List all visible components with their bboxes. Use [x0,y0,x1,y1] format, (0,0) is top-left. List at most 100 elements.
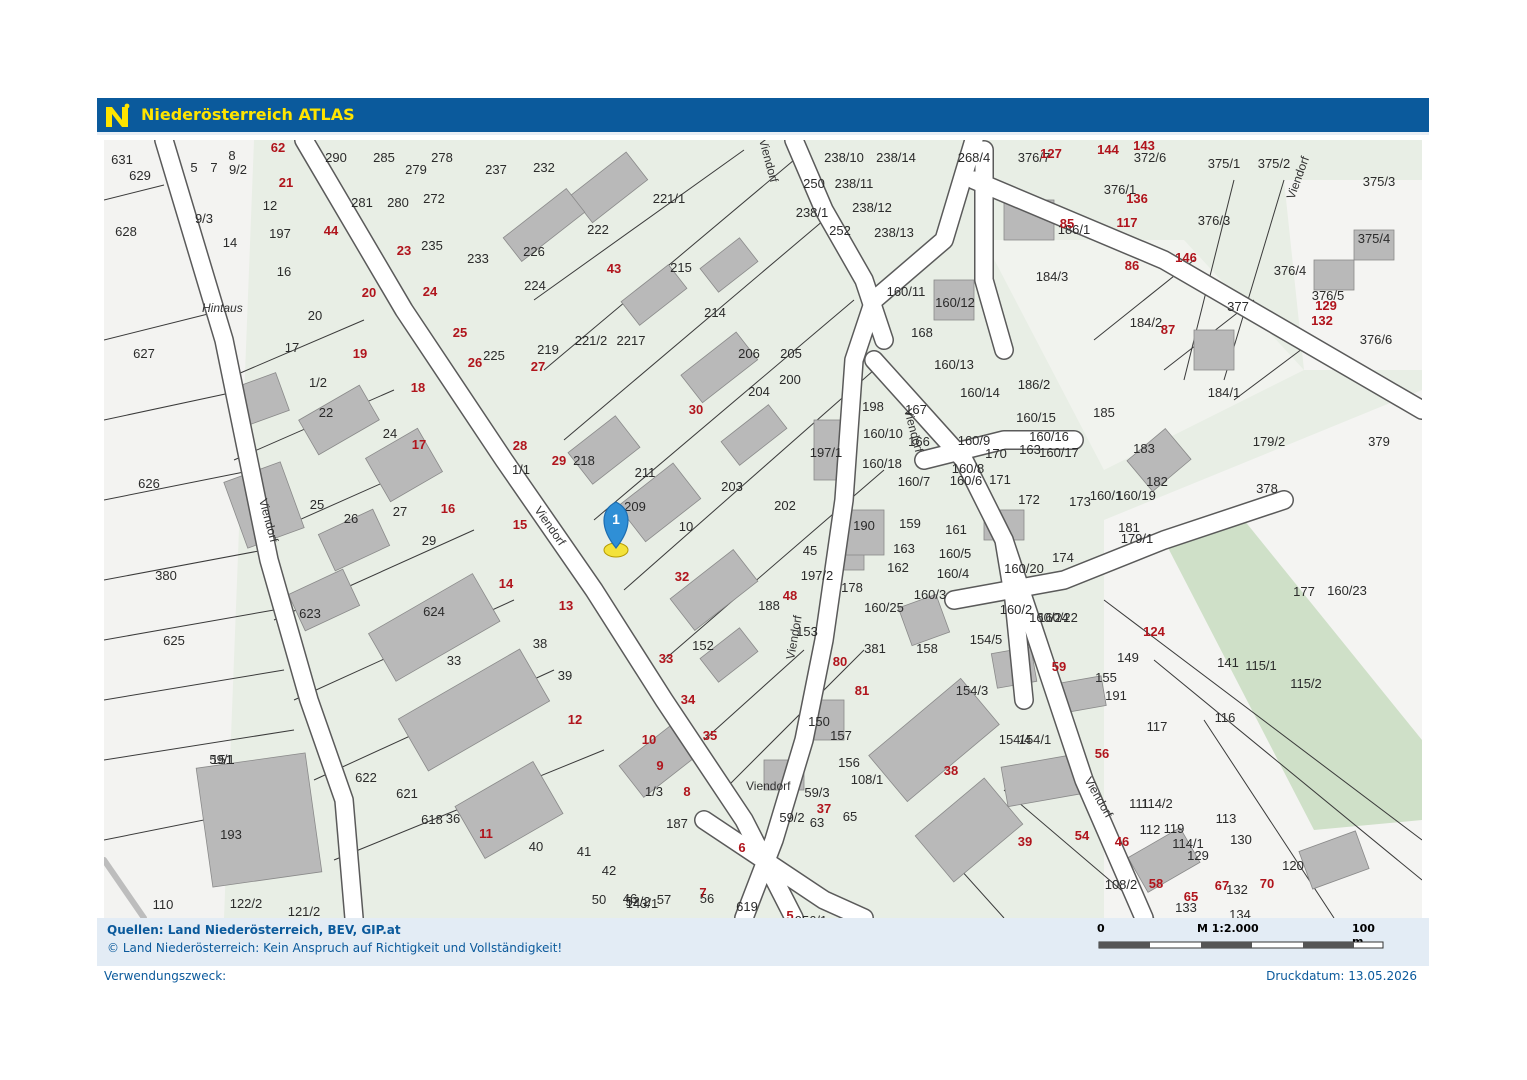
parcel-number: 174 [1052,550,1074,565]
parcel-number: 272 [423,191,445,206]
parcel-number: 41 [577,844,591,859]
parcel-number: 111 [1129,796,1149,811]
parcel-number: 59/3 [804,785,829,800]
parcel-number: 59/1 [209,752,234,767]
parcel-number: 150 [808,714,830,729]
parcel-number: 157 [830,728,852,743]
parcel-number: 25 [310,497,324,512]
parcel-number: 278 [431,150,453,165]
parcel-number: 154/5 [970,632,1003,647]
parcel-number: 160/6 [950,473,983,488]
house-number: 80 [833,654,847,669]
parcel-number: 280 [387,195,409,210]
parcel-number: 115/1 [1245,658,1277,673]
parcel-number: 186/2 [1018,377,1051,392]
parcel-number: 65 [843,809,857,824]
house-number: 7 [699,885,706,900]
scale-bar: 0 M 1:2.000 100 m [1097,922,1387,958]
parcel-number: 209 [624,499,646,514]
house-number: 34 [681,692,696,707]
house-number: 15 [513,517,527,532]
parcel-number: 179/1 [1121,531,1154,546]
parcel-number: 129 [1187,848,1209,863]
parcel-number: 10 [679,519,693,534]
parcel-number: 168 [911,325,933,340]
parcel-number: 63 [810,815,824,830]
parcel-number: 185 [1093,405,1115,420]
parcel-number: 167 [905,402,927,417]
parcel-number: 211 [635,465,656,480]
parcel-number: 626 [138,476,160,491]
parcel-number: 154/1 [1019,732,1052,747]
house-number: 59 [1052,659,1066,674]
usage-purpose-label: Verwendungszweck: [104,969,227,983]
parcel-number: 159 [899,516,921,531]
map-canvas[interactable]: Viendorf Viendorf Viendorf Viendorf Vien… [104,140,1422,918]
parcel-number: 33 [447,653,461,668]
house-number: 27 [531,359,545,374]
parcel-number: 184/3 [1036,269,1069,284]
house-number: 25 [453,325,467,340]
cadastral-map[interactable]: Viendorf Viendorf Viendorf Viendorf Vien… [104,140,1422,918]
location-marker[interactable]: 1 [603,501,629,558]
parcel-number: 631 [111,152,133,167]
parcel-number: 379 [1368,434,1390,449]
house-number: 29 [552,453,566,468]
parcel-number: 197/1 [810,445,843,460]
parcel-number: 22 [319,405,333,420]
house-number: 6 [738,840,745,855]
parcel-number: 219 [537,342,559,357]
parcel-number: 629 [129,168,151,183]
parcel-number: 160/10 [863,426,903,441]
parcel-number: 204 [748,384,770,399]
house-number: 70 [1260,876,1274,891]
parcel-number: 624 [423,604,445,619]
parcel-number: 24 [383,426,397,441]
parcel-number: 238/14 [876,150,916,165]
parcel-number: 9/2 [229,162,247,177]
parcel-number: 2217 [617,333,646,348]
parcel-number: 17 [285,340,299,355]
house-number: 24 [423,284,438,299]
house-number: 14 [499,576,514,591]
parcel-number: 113 [1216,811,1237,826]
parcel-number: 215 [670,260,692,275]
parcel-number: 161 [945,522,967,537]
house-number: 19 [353,346,367,361]
parcel-number: 39 [558,668,572,683]
parcel-number: 160/14 [960,385,1000,400]
parcel-number: 162 [887,560,909,575]
parcel-number: 238/10 [824,150,864,165]
scale-start-label: 0 [1097,922,1105,935]
parcel-number: 42 [602,863,616,878]
parcel-number: 16 [277,264,291,279]
parcel-number: 268/4 [958,150,991,165]
house-number: 21 [279,175,293,190]
house-number: 37 [817,801,831,816]
parcel-number: 178 [841,580,863,595]
parcel-number: 622 [355,770,377,785]
parcel-number: 238/13 [874,225,914,240]
parcel-number: 252 [829,223,851,238]
house-number: 67 [1215,878,1229,893]
street-name-hintaus: Hintaus [202,301,243,315]
parcel-number: 160/7 [898,474,931,489]
parcel-number: 224 [524,278,546,293]
parcel-number: 184/2 [1130,315,1163,330]
parcel-number: 160/3 [914,587,947,602]
house-number: 146 [1175,250,1197,265]
parcel-number: 237 [485,162,507,177]
parcel-number: 179/2 [1253,434,1286,449]
house-number: 86 [1125,258,1139,273]
parcel-number: 375/2 [1258,156,1291,171]
house-number: 62 [271,140,285,155]
parcel-number: 238/12 [852,200,892,215]
parcel-number: 182 [1146,474,1168,489]
parcel-number: 172 [1018,492,1040,507]
parcel-number: 381 [864,641,886,656]
parcel-number: 225 [483,348,505,363]
house-number: 127 [1040,146,1062,161]
house-number: 5 [786,908,793,918]
parcel-number: 116 [1215,710,1236,725]
parcel-number: 232 [533,160,555,175]
